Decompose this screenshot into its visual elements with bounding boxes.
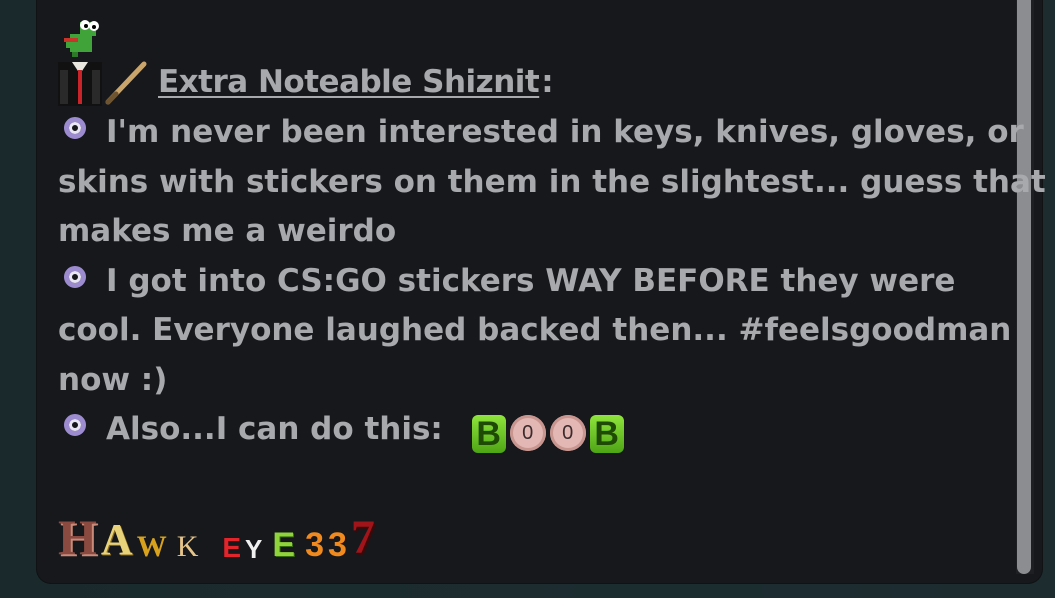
bat-emote-icon: [105, 61, 147, 105]
frog-emote-icon: [64, 20, 99, 57]
letter-b-emote: B: [589, 415, 624, 453]
suit-emote-icon: [58, 62, 102, 106]
signature-digit-3b: 3: [328, 526, 347, 564]
bullet-3-line-1: Also...I can do this: B 0 0 B: [58, 405, 1008, 455]
bullet-circle-icon: [64, 117, 86, 139]
heading-row: Extra Noteable Shiznit :: [58, 58, 1008, 108]
bullet-2-line-3: now :): [58, 361, 168, 398]
bullet-1-line-2: skins with stickers on them in the sligh…: [58, 163, 1046, 200]
heading-colon: :: [541, 64, 554, 101]
signature-digit-3a: 3: [305, 526, 324, 564]
letter-o-emote: 0: [549, 415, 586, 451]
signature-letter-y: Y: [245, 534, 263, 564]
signature-digit-7: 7: [350, 511, 375, 564]
hawkeye337-signature: H A W K E Y E 3 3 7: [58, 508, 375, 562]
signature-letter-h: H: [58, 509, 97, 565]
signature-letter-e1: E: [222, 532, 242, 563]
signature-letter-a: A: [100, 515, 133, 564]
top-icon-row: [58, 8, 1008, 58]
letter-b-emote: B: [471, 415, 506, 453]
bullet-circle-icon: [64, 414, 86, 436]
bullet-circle-icon: [64, 265, 86, 288]
bullet-2-line-2: cool. Everyone laughed backed then... #f…: [58, 312, 1012, 348]
extra-noteable-shiznit-link[interactable]: Extra Noteable Shiznit: [158, 58, 540, 108]
bullet-1-line-3: makes me a weirdo: [58, 213, 397, 249]
bullet-2-line-1: I got into CS:GO stickers WAY BEFORE the…: [58, 257, 1008, 307]
scrollbar-thumb[interactable]: [1017, 0, 1031, 574]
signature-letter-e2: E: [272, 526, 296, 564]
signature-letter-k: K: [176, 530, 199, 563]
signature-letter-w: W: [136, 530, 167, 563]
bullet-1-line-1: I'm never been interested in keys, knive…: [58, 108, 1024, 158]
boob-emotes: B 0 0 B: [471, 415, 624, 453]
letter-o-emote: 0: [509, 415, 546, 451]
profile-info-content: Extra Noteable Shiznit : I'm never been …: [58, 8, 1046, 455]
